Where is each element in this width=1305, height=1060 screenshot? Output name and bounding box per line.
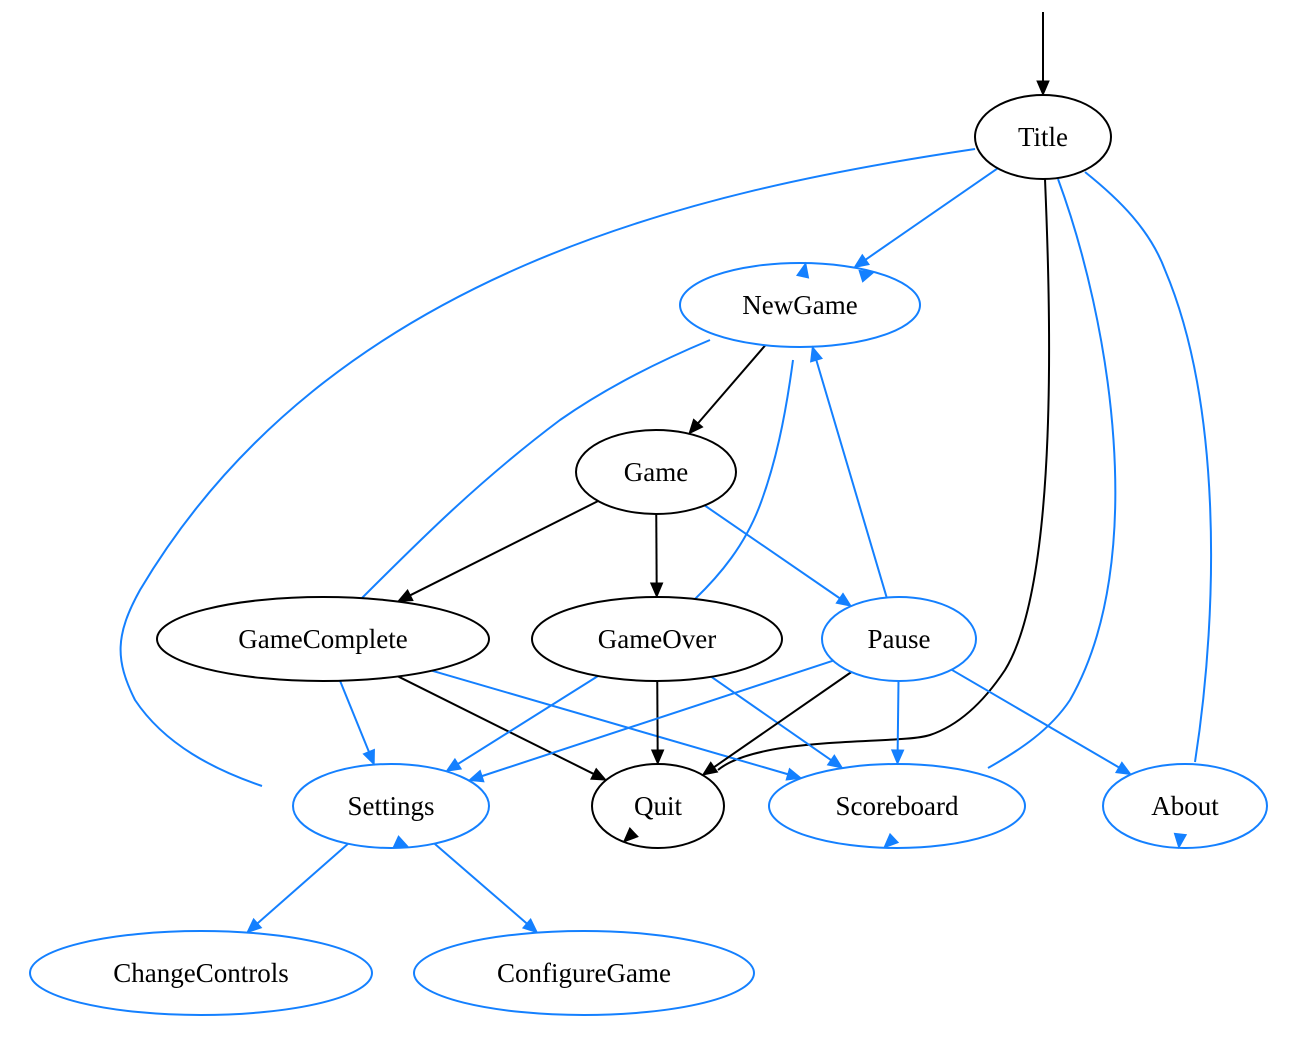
edge-pause-to-quit-arrowhead (701, 761, 719, 776)
edge-gameover-to-settings-arrowhead (445, 757, 463, 772)
node-label: Game (624, 457, 688, 487)
node-label: GameComplete (238, 624, 407, 654)
edge-game-to-pause-arrowhead (835, 592, 853, 607)
edge-title-to-scoreboard-arrowhead (883, 832, 900, 849)
node-gamecomplete: GameComplete (156, 596, 490, 682)
edge-game-to-gamecomplete-arrowhead (396, 588, 414, 603)
edge-gamecomplete-to-scoreboard (431, 669, 790, 776)
edge-title-to-newgame (864, 167, 999, 261)
edge-gameover-to-newgame (694, 359, 794, 600)
edge-pause-to-settings-arrowhead (467, 769, 485, 783)
start-edge-arrowhead (1036, 80, 1050, 97)
edge-pause-to-scoreboard (896, 680, 900, 752)
edge-title-to-scoreboard (987, 178, 1117, 769)
edge-gamecomplete-to-quit-arrowhead (590, 767, 608, 781)
node-label: ConfigureGame (497, 958, 671, 988)
edge-game-to-gamecomplete (408, 500, 599, 597)
edge-title-to-quit-arrowhead (622, 827, 639, 843)
edge-pause-to-about-arrowhead (1114, 761, 1133, 776)
node-label: Quit (634, 791, 683, 821)
node-label: Settings (347, 791, 434, 821)
edge-pause-to-about (951, 668, 1121, 769)
edge-gameover-to-newgame-arrowhead (796, 261, 810, 279)
edge-title-to-newgame-arrowhead (853, 253, 870, 269)
edge-gameover-to-quit-arrowhead (650, 749, 665, 766)
node-label: Scoreboard (836, 791, 959, 821)
node-changecontrols: ChangeControls (29, 930, 373, 1016)
edge-newgame-to-game (696, 344, 767, 425)
edge-gameover-to-scoreboard-arrowhead (826, 754, 844, 769)
nodes-layer: Title NewGame Game GameComplete GameOver Paus… (29, 94, 1268, 1016)
node-pause: Pause (821, 596, 977, 682)
node-label: About (1151, 791, 1219, 821)
state-diagram: Title NewGame Game GameComplete GameOver Paus… (29, 12, 1268, 1016)
node-quit: Quit (591, 763, 725, 849)
edge-gamecomplete-to-quit (397, 675, 595, 776)
node-title: Title (974, 94, 1112, 180)
edge-title-to-settings (119, 148, 976, 787)
edge-gameover-to-settings (456, 675, 599, 766)
edge-pause-to-newgame-arrowhead (810, 345, 823, 363)
edge-title-to-about (1084, 171, 1213, 763)
edge-settings-to-configuregame (433, 842, 529, 925)
node-settings: Settings (292, 763, 490, 849)
node-label: Pause (868, 624, 931, 654)
node-scoreboard: Scoreboard (768, 763, 1026, 849)
edge-game-to-pause (703, 504, 841, 600)
edge-pause-to-quit (712, 671, 852, 769)
edge-pause-to-newgame (815, 358, 888, 598)
node-label: ChangeControls (113, 958, 289, 988)
node-gameover: GameOver (531, 596, 783, 682)
edge-gamecomplete-to-settings (339, 680, 371, 753)
edge-settings-to-changecontrols (256, 842, 349, 925)
node-label: Title (1018, 122, 1068, 152)
node-label: NewGame (742, 290, 857, 320)
edge-gameover-to-scoreboard (710, 676, 833, 762)
edge-game-to-gameover-arrowhead (649, 582, 664, 599)
node-label: GameOver (598, 624, 716, 654)
edge-pause-to-scoreboard-arrowhead (890, 749, 905, 766)
edge-gamecomplete-to-settings-arrowhead (362, 748, 375, 766)
edge-title-to-about-arrowhead (1173, 832, 1188, 850)
edge-title-to-settings-arrowhead (392, 835, 410, 848)
node-configuregame: ConfigureGame (413, 930, 755, 1016)
node-game: Game (575, 429, 737, 515)
